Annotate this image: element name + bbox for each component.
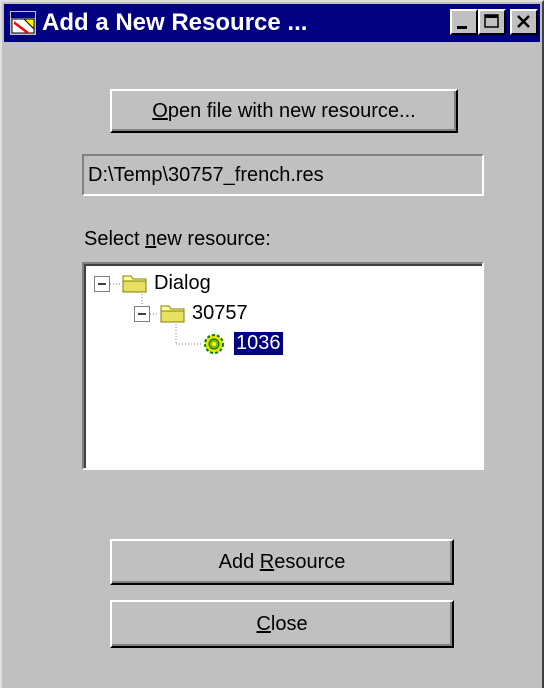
collapse-icon (134, 306, 150, 322)
title-bar[interactable]: Add a New Resource ... (4, 4, 540, 42)
select-resource-label: Select new resource: (84, 228, 271, 250)
add-resource-button[interactable]: Add Resource (110, 539, 454, 585)
window-title: Add a New Resource ... (42, 9, 308, 36)
tree-expander-30757[interactable] (134, 306, 150, 327)
maximize-button[interactable] (478, 9, 506, 35)
open-file-button[interactable]: Open file with new resource... (110, 89, 458, 133)
close-window-button[interactable] (510, 9, 538, 35)
folder-icon (122, 272, 148, 299)
folder-icon (160, 302, 186, 329)
close-icon (517, 15, 530, 28)
tree-node-1036[interactable]: 1036 (233, 331, 284, 356)
minimize-button[interactable] (450, 9, 478, 35)
dialog-window: Add a New Resource ... Open file with ne… (0, 0, 544, 688)
close-button[interactable]: Close (110, 600, 454, 648)
gear-resource-icon (202, 332, 226, 361)
app-icon[interactable] (10, 11, 36, 35)
resource-tree[interactable]: Dialog 30757 1036 (82, 262, 484, 470)
tree-node-30757[interactable]: 30757 (192, 302, 248, 325)
collapse-icon (94, 276, 110, 292)
tree-node-dialog[interactable]: Dialog (154, 272, 211, 295)
tree-expander-dialog[interactable] (94, 276, 110, 297)
minimize-icon (457, 26, 467, 29)
maximize-icon (484, 14, 499, 28)
resource-path-field[interactable]: D:\Temp\30757_french.res (82, 154, 484, 196)
